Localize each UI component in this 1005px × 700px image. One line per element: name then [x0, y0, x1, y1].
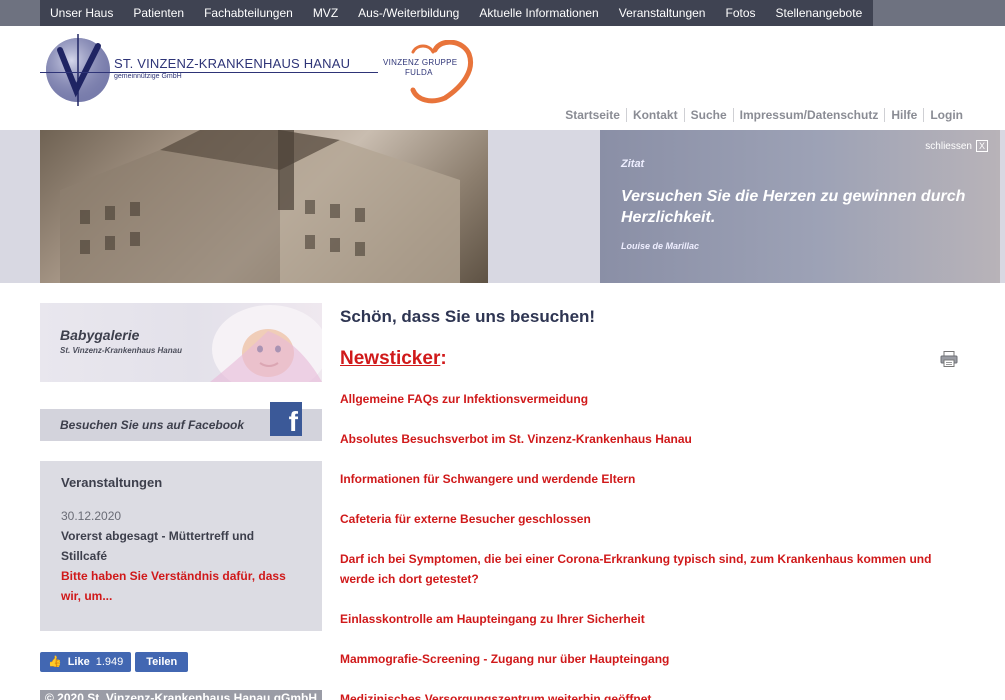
nav-item-unser-haus[interactable]: Unser Haus — [40, 0, 123, 26]
newsticker-heading: Newsticker: — [340, 348, 447, 370]
baby-gallery-title: Babygalerie — [60, 327, 140, 343]
news-item[interactable]: Einlasskontrolle am Haupteingang zu Ihre… — [340, 609, 940, 629]
service-navigation: Startseite Kontakt Suche Impressum/Daten… — [559, 108, 969, 122]
event-title-link[interactable]: Vorerst abgesagt - Müttertreff und Still… — [61, 526, 291, 566]
service-link-hilfe[interactable]: Hilfe — [884, 108, 923, 122]
like-label: Like — [67, 656, 90, 668]
newsticker-link[interactable]: Newsticker — [340, 348, 440, 369]
baby-gallery-subtitle: St. Vinzenz-Krankenhaus Hanau — [60, 346, 182, 355]
nav-item-patienten[interactable]: Patienten — [123, 0, 194, 26]
logo-divider-line — [40, 72, 378, 73]
news-item[interactable]: Mammografie-Screening - Zugang nur über … — [340, 649, 940, 669]
news-item[interactable]: Allgemeine FAQs zur Infektionsvermeidung — [340, 389, 940, 409]
service-link-startseite[interactable]: Startseite — [559, 108, 626, 122]
close-quote-button[interactable]: schliessen X — [925, 140, 988, 152]
copyright-notice: © 2020 St. Vinzenz-Krankenhaus Hanau gGm… — [40, 690, 322, 700]
facebook-teaser-text: Besuchen Sie uns auf Facebook — [60, 418, 245, 432]
nav-item-mvz[interactable]: MVZ — [303, 0, 348, 26]
group-logo-line1: VINZENZ GRUPPE — [383, 58, 458, 67]
nav-item-aus-weiterbildung[interactable]: Aus-/Weiterbildung — [348, 0, 469, 26]
service-link-suche[interactable]: Suche — [683, 108, 733, 122]
news-item[interactable]: Informationen für Schwangere und werdend… — [340, 469, 940, 489]
like-count: 1.949 — [95, 656, 124, 668]
main-menu: Unser Haus Patienten Fachabteilungen MVZ… — [40, 0, 873, 26]
group-logo-line2: FULDA — [405, 68, 433, 77]
v-emblem-icon — [46, 34, 110, 106]
nav-item-fotos[interactable]: Fotos — [715, 0, 765, 26]
event-teaser-link[interactable]: Bitte haben Sie Verständnis dafür, dass … — [61, 566, 301, 606]
close-label: schliessen — [925, 140, 972, 152]
quote-label: Zitat — [621, 158, 645, 170]
baby-gallery-teaser[interactable]: Babygalerie St. Vinzenz-Krankenhaus Hana… — [40, 303, 322, 382]
quote-author: Louise de Marillac — [621, 241, 700, 251]
building-illustration — [60, 130, 460, 283]
close-icon: X — [976, 140, 988, 152]
thumbs-up-icon: 👍 — [48, 656, 62, 668]
news-item[interactable]: Medizinisches Versorgungszentrum weiterh… — [340, 689, 940, 700]
top-navigation-bar: Unser Haus Patienten Fachabteilungen MVZ… — [0, 0, 1005, 26]
newsticker-colon: : — [440, 348, 447, 369]
nav-item-aktuelle-informationen[interactable]: Aktuelle Informationen — [469, 0, 608, 26]
banner: schliessen X Zitat Versuchen Sie die Her… — [0, 130, 1005, 283]
site-header: ST. VINZENZ-KRANKENHAUS HANAU gemeinnütz… — [0, 26, 1005, 130]
hospital-photo — [40, 130, 488, 283]
news-item[interactable]: Darf ich bei Symptomen, die bei einer Co… — [340, 549, 940, 589]
logo-title: ST. VINZENZ-KRANKENHAUS HANAU — [114, 56, 351, 71]
service-link-impressum[interactable]: Impressum/Datenschutz — [732, 108, 885, 122]
news-list: Allgemeine FAQs zur Infektionsvermeidung… — [340, 389, 940, 700]
facebook-share-button[interactable]: Teilen — [135, 652, 189, 672]
news-item[interactable]: Cafeteria für externe Besucher geschloss… — [340, 509, 940, 529]
service-link-kontakt[interactable]: Kontakt — [625, 108, 684, 122]
nav-item-stellenangebote[interactable]: Stellenangebote — [766, 0, 873, 26]
events-heading: Veranstaltungen — [61, 475, 163, 490]
facebook-icon: f — [270, 402, 302, 436]
service-link-login[interactable]: Login — [923, 108, 969, 122]
event-date: 30.12.2020 — [61, 509, 122, 523]
vinzenz-gruppe-logo[interactable]: VINZENZ GRUPPE FULDA — [383, 40, 478, 104]
logo-subtitle: gemeinnützige GmbH — [114, 73, 182, 80]
welcome-heading: Schön, dass Sie uns besuchen! — [340, 307, 596, 326]
nav-item-fachabteilungen[interactable]: Fachabteilungen — [194, 0, 303, 26]
facebook-like-bar: 👍 Like 1.949 Teilen — [40, 652, 189, 672]
quote-panel: schliessen X Zitat Versuchen Sie die Her… — [600, 130, 1000, 283]
facebook-like-button[interactable]: 👍 Like 1.949 — [40, 652, 132, 672]
news-item[interactable]: Absolutes Besuchsverbot im St. Vinzenz-K… — [340, 429, 940, 449]
facebook-teaser[interactable]: Besuchen Sie uns auf Facebook f — [40, 402, 322, 441]
quote-text: Versuchen Sie die Herzen zu gewinnen dur… — [621, 188, 966, 226]
print-icon[interactable] — [940, 351, 958, 367]
hospital-logo[interactable]: ST. VINZENZ-KRANKENHAUS HANAU gemeinnütz… — [40, 32, 380, 108]
nav-item-veranstaltungen[interactable]: Veranstaltungen — [609, 0, 716, 26]
events-box: Veranstaltungen 30.12.2020 Vorerst abges… — [40, 461, 322, 631]
